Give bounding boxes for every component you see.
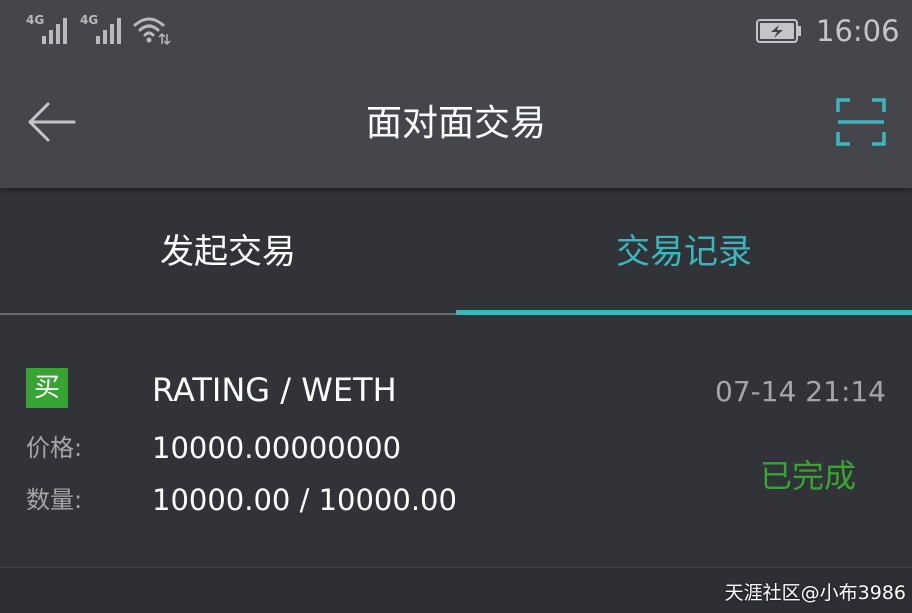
tab-initiate-trade[interactable]: 发起交易 — [0, 188, 456, 316]
app-bar: 面对面交易 — [0, 62, 912, 188]
tab-bar: 发起交易 交易记录 — [0, 188, 912, 316]
cell-signal-icon: 4G — [80, 14, 126, 46]
status-time: 16:06 — [816, 14, 900, 48]
scan-icon[interactable] — [836, 98, 886, 146]
wifi-icon — [133, 17, 171, 46]
price-label: 价格: — [26, 434, 83, 462]
network-type-label: 4G — [80, 13, 99, 27]
trade-record-item[interactable]: 买 RATING / WETH 07-14 21:14 价格: 10000.00… — [0, 316, 912, 568]
page-title: 面对面交易 — [365, 103, 546, 144]
trade-datetime: 07-14 21:14 — [715, 375, 886, 408]
amount-value: 10000.00 / 10000.00 — [152, 483, 457, 517]
buy-badge: 买 — [26, 368, 68, 408]
battery-charging-icon — [756, 19, 801, 43]
status-bar: 4G 4G 16:06 — [0, 0, 912, 62]
status-completed: 已完成 — [760, 457, 857, 495]
record-divider — [0, 567, 912, 568]
watermark: 天涯社区@小布3986 — [724, 582, 906, 604]
network-type-label: 4G — [26, 13, 45, 27]
amount-label: 数量: — [26, 486, 83, 514]
trading-pair: RATING / WETH — [152, 371, 397, 409]
tab-active-indicator — [456, 310, 912, 315]
price-value: 10000.00000000 — [152, 431, 402, 465]
tab-trade-records[interactable]: 交易记录 — [456, 188, 912, 316]
cell-signal-icon: 4G — [26, 14, 72, 46]
